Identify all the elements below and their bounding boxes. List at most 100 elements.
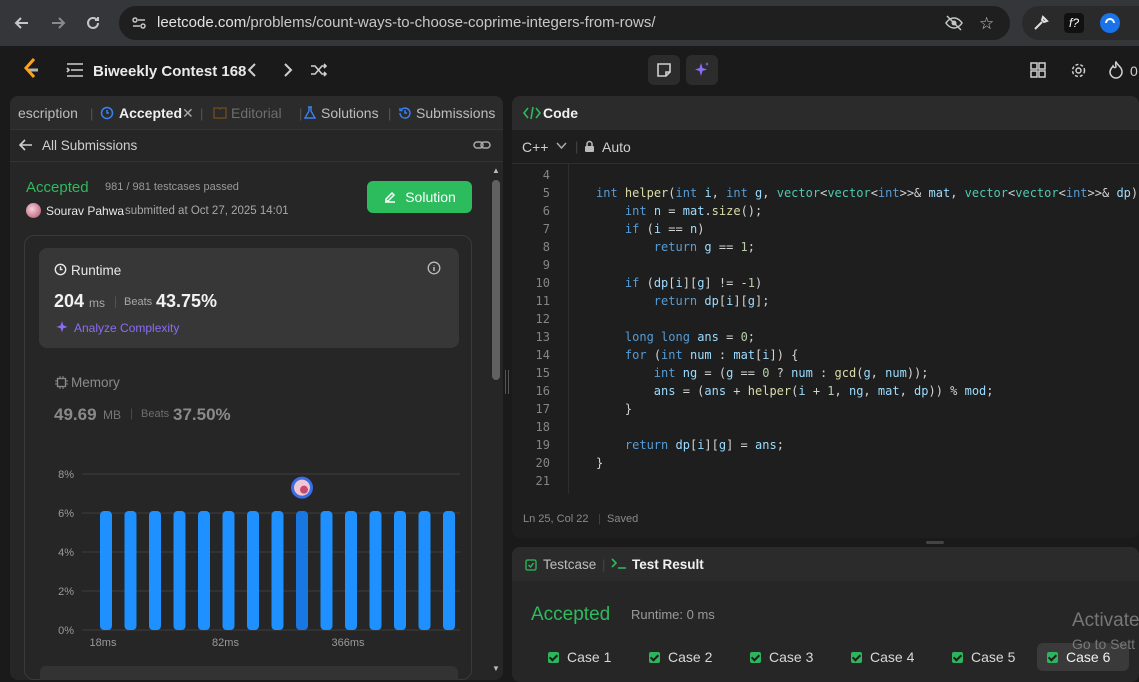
- mode-label[interactable]: Auto: [602, 139, 631, 155]
- settings-gear-icon[interactable]: [1070, 62, 1087, 79]
- code-line[interactable]: 8 return g == 1;: [512, 240, 1139, 258]
- case-4-button[interactable]: Case 4: [841, 643, 924, 671]
- code-line[interactable]: 21: [512, 474, 1139, 492]
- notes-button[interactable]: [648, 55, 680, 85]
- editor-status-bar: Ln 25, Col 22 | Saved: [512, 506, 1139, 530]
- info-icon[interactable]: [427, 261, 441, 275]
- vertical-resize-handle[interactable]: [505, 370, 509, 394]
- code-line[interactable]: 6 int n = mat.size();: [512, 204, 1139, 222]
- chart-bar: [173, 511, 186, 630]
- font-extension-icon[interactable]: f?: [1064, 13, 1084, 33]
- submission-panel: escription | Accepted ✕ | Editorial | So…: [10, 96, 503, 680]
- code-line[interactable]: 16 ans = (ans + helper(i + 1, ng, mat, d…: [512, 384, 1139, 402]
- shuffle-icon[interactable]: [310, 62, 328, 78]
- next-problem-icon[interactable]: [282, 62, 294, 78]
- line-number: 10: [535, 276, 550, 290]
- leetcode-logo-icon[interactable]: [22, 58, 42, 80]
- chevron-down-icon[interactable]: [556, 142, 567, 150]
- scrollbar[interactable]: ▲ ▼: [490, 162, 503, 680]
- eyedropper-extension-icon[interactable]: [1032, 14, 1050, 32]
- windows-activation-watermark: Activate: [1072, 610, 1139, 631]
- case-5-button[interactable]: Case 5: [942, 643, 1025, 671]
- line-content: }: [596, 402, 633, 416]
- code-line[interactable]: 10 if (dp[i][g] != -1): [512, 276, 1139, 294]
- chart-bar: [345, 511, 357, 630]
- site-settings-icon[interactable]: [131, 15, 147, 31]
- runtime-beats-value: 43.75%: [156, 291, 218, 311]
- eye-off-icon[interactable]: [945, 15, 963, 31]
- bookmark-star-icon[interactable]: ☆: [979, 14, 994, 34]
- author-name[interactable]: Sourav Pahwa: [46, 204, 124, 218]
- result-tab-bar: Testcase | Test Result: [512, 547, 1139, 581]
- language-select[interactable]: C++: [522, 139, 548, 155]
- layout-grid-icon[interactable]: [1030, 62, 1046, 78]
- code-line[interactable]: 9: [512, 258, 1139, 276]
- tab-submissions[interactable]: Submissions: [416, 105, 495, 121]
- forward-arrow-icon[interactable]: [46, 11, 70, 35]
- ai-assist-button[interactable]: [686, 55, 718, 85]
- tab-accepted[interactable]: Accepted: [119, 105, 182, 121]
- clock-icon: [54, 263, 67, 276]
- code-editor[interactable]: 4 5 int helper(int i, int g, vector<vector…: [512, 164, 1139, 494]
- streak-flame-icon[interactable]: [1109, 61, 1123, 79]
- problem-list-icon[interactable]: [66, 63, 84, 77]
- line-content: return dp[i][g];: [653, 294, 770, 308]
- tab-divider: |: [299, 106, 303, 121]
- code-line[interactable]: 11 return dp[i][g];: [512, 294, 1139, 312]
- code-line[interactable]: 17 }: [512, 402, 1139, 420]
- avatar[interactable]: [26, 203, 41, 218]
- code-line[interactable]: 13 long long ans = 0;: [512, 330, 1139, 348]
- all-submissions-link[interactable]: All Submissions: [42, 138, 137, 153]
- tab-solutions[interactable]: Solutions: [321, 105, 379, 121]
- code-line[interactable]: 5 int helper(int i, int g, vector<vector<…: [512, 186, 1139, 204]
- code-line[interactable]: 14 for (int num : mat[i]) {: [512, 348, 1139, 366]
- accepted-clock-icon: [100, 106, 114, 120]
- chart-bar: [198, 511, 210, 630]
- back-arrow-icon[interactable]: [19, 138, 33, 152]
- case-2-button[interactable]: Case 2: [639, 643, 722, 671]
- browser-extension-icon[interactable]: [1100, 13, 1120, 33]
- case-3-button[interactable]: Case 3: [740, 643, 823, 671]
- close-tab-icon[interactable]: ✕: [182, 105, 194, 122]
- tab-testcase[interactable]: Testcase: [543, 557, 596, 572]
- code-line[interactable]: 7 if (i == n): [512, 222, 1139, 240]
- code-line[interactable]: 18: [512, 420, 1139, 438]
- reload-icon[interactable]: [81, 11, 105, 35]
- code-line[interactable]: 12: [512, 312, 1139, 330]
- runtime-box[interactable]: Runtime 204 ms | Beats 43.75% Analyze Co…: [39, 248, 459, 348]
- scroll-up-icon[interactable]: ▲: [492, 166, 500, 175]
- code-line[interactable]: 19 return dp[i][g] = ans;: [512, 438, 1139, 456]
- address-bar[interactable]: leetcode.com/problems/count-ways-to-choo…: [119, 6, 1010, 40]
- editorial-book-icon: [213, 107, 227, 119]
- app-header: Biweekly Contest 168 0: [0, 46, 1139, 94]
- scroll-down-icon[interactable]: ▼: [492, 664, 500, 673]
- note-icon: [656, 62, 672, 78]
- share-link-icon[interactable]: [473, 138, 491, 152]
- code-line[interactable]: 4: [512, 168, 1139, 186]
- tab-description[interactable]: escription: [18, 105, 78, 121]
- runtime-distribution-chart[interactable]: 8% 6% 4% 2% 0% 18ms 82ms 366ms: [24, 460, 472, 655]
- sparkle-icon: [693, 61, 711, 79]
- user-avatar-detail: [300, 485, 308, 494]
- case-1-button[interactable]: Case 1: [538, 643, 621, 671]
- contest-title[interactable]: Biweekly Contest 168: [93, 63, 246, 80]
- scroll-thumb[interactable]: [492, 180, 500, 380]
- x-tick-label: 366ms: [331, 637, 365, 649]
- previous-problem-icon[interactable]: [246, 62, 258, 78]
- check-icon: [548, 651, 559, 663]
- memory-beats-value: 37.50%: [173, 405, 231, 424]
- horizontal-resize-handle[interactable]: [926, 541, 944, 544]
- browser-toolbar: leetcode.com/problems/count-ways-to-choo…: [0, 0, 1139, 46]
- tab-test-result[interactable]: Test Result: [632, 557, 704, 572]
- code-line[interactable]: 20}: [512, 456, 1139, 474]
- tab-editorial[interactable]: Editorial: [231, 105, 282, 121]
- line-number: 20: [535, 456, 550, 470]
- code-line[interactable]: 15 int ng = (g == 0 ? num : gcd(g, num))…: [512, 366, 1139, 384]
- line-number: 17: [535, 402, 550, 416]
- memory-chip-icon: [55, 376, 68, 389]
- code-panel-header: Code: [512, 96, 1139, 130]
- back-arrow-icon[interactable]: [10, 11, 34, 35]
- solution-button[interactable]: Solution: [367, 181, 472, 213]
- check-icon: [649, 651, 660, 663]
- analyze-complexity-link[interactable]: Analyze Complexity: [74, 321, 179, 335]
